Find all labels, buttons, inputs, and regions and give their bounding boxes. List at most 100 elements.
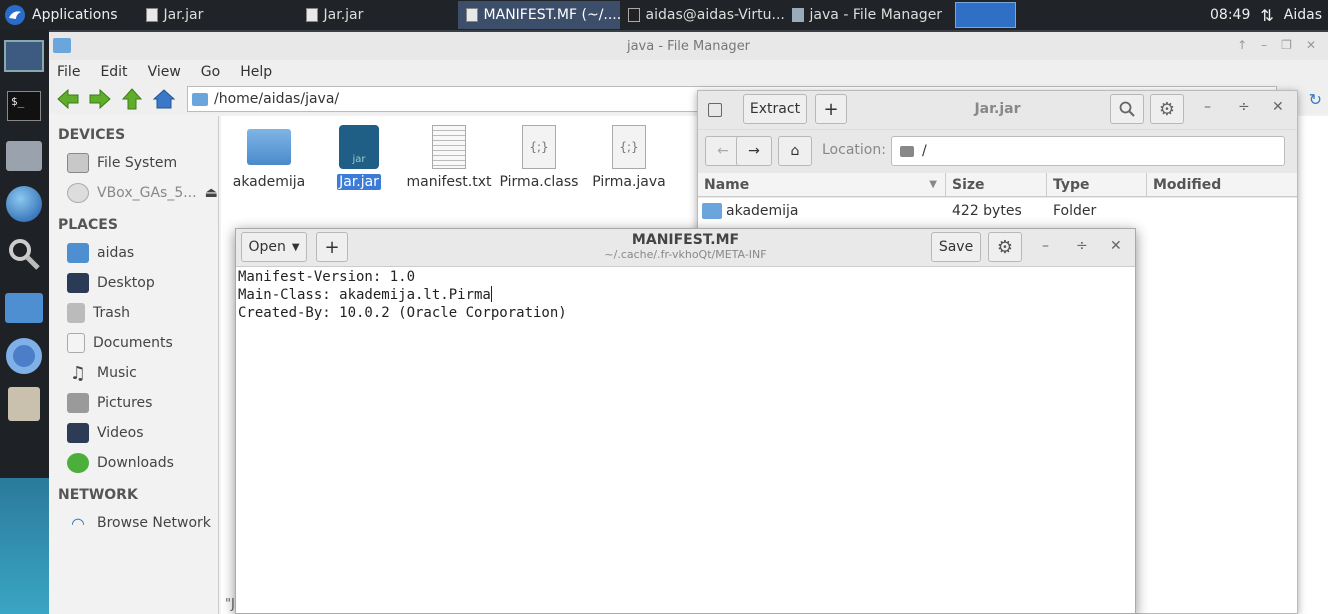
close-icon[interactable]: ✕: [1110, 238, 1122, 254]
file-item-pirma-java[interactable]: {;} Pirma.java: [587, 124, 671, 190]
sidebar-item-label: Trash: [93, 305, 130, 321]
menu-help[interactable]: Help: [240, 64, 272, 80]
file-item-jar[interactable]: jar Jar.jar: [317, 124, 401, 190]
table-row[interactable]: akademija 422 bytes Folder: [698, 198, 1297, 224]
terminal-icon[interactable]: $_: [4, 86, 44, 126]
gear-icon[interactable]: ⚙: [988, 232, 1022, 262]
sidebar-item-label: Desktop: [97, 275, 155, 291]
sidebar-item-label: Music: [97, 365, 137, 381]
status-fragment: "J: [225, 597, 235, 612]
file-name: manifest.txt: [406, 174, 492, 190]
show-desktop-icon[interactable]: [4, 36, 44, 76]
eject-icon[interactable]: ⏏: [205, 185, 218, 201]
user-menu[interactable]: Aidas: [1284, 7, 1322, 23]
applications-menu[interactable]: Applications: [0, 0, 126, 30]
gear-icon[interactable]: ⚙: [1150, 94, 1184, 124]
new-tab-button[interactable]: +: [316, 232, 348, 262]
maximize-icon[interactable]: ÷: [1238, 99, 1250, 115]
window-title: java - File Manager: [626, 38, 751, 54]
sidebar-item-label: Browse Network: [97, 515, 211, 531]
top-panel: Applications Jar.jar Jar.jar MANIFEST.MF…: [0, 0, 1328, 30]
task-manifest[interactable]: MANIFEST.MF (~/....: [457, 1, 620, 29]
sidebar-item-documents[interactable]: Documents: [49, 328, 218, 358]
up-arrow-icon[interactable]: [121, 88, 143, 110]
folder-icon: [702, 203, 722, 219]
sidebar-item-vbox[interactable]: VBox_GAs_5... ⏏: [49, 178, 218, 208]
sidebar-item-downloads[interactable]: Downloads: [49, 448, 218, 478]
task-terminal[interactable]: aidas@aidas-Virtu...: [620, 1, 784, 29]
sidebar-item-file-system[interactable]: File System: [49, 148, 218, 178]
disc-icon: [67, 183, 89, 203]
extract-button[interactable]: Extract: [743, 94, 807, 124]
software-store-icon[interactable]: [4, 384, 44, 424]
applications-label: Applications: [32, 7, 118, 23]
search-button[interactable]: [1110, 94, 1144, 124]
save-button[interactable]: Save: [931, 232, 981, 262]
workspace-switcher[interactable]: [955, 2, 1016, 28]
file-name: Jar.jar: [337, 174, 381, 190]
sidebar-item-trash[interactable]: Trash: [49, 298, 218, 328]
sidebar-item-aidas[interactable]: aidas: [49, 238, 218, 268]
terminal-icon: [627, 8, 640, 22]
reload-icon[interactable]: ↻: [1309, 90, 1322, 109]
back-arrow-icon[interactable]: [57, 88, 79, 110]
add-files-button[interactable]: +: [815, 94, 847, 124]
task-label: Jar.jar: [323, 7, 364, 23]
editor-headerbar[interactable]: Open ▼ + MANIFEST.MF ~/.cache/.fr-vkhoQt/…: [236, 229, 1135, 267]
menu-file[interactable]: File: [57, 64, 80, 80]
menu-view[interactable]: View: [148, 64, 181, 80]
minimize-icon[interactable]: –: [1042, 238, 1049, 254]
jar-icon: jar: [336, 124, 382, 170]
file-item-akademija[interactable]: akademija: [227, 124, 311, 190]
close-icon[interactable]: ✕: [1272, 99, 1284, 115]
menu-edit[interactable]: Edit: [100, 64, 127, 80]
restore-icon[interactable]: ❐: [1281, 38, 1292, 52]
devices-header: DEVICES: [58, 127, 126, 143]
path-text: /home/aidas/java/: [214, 91, 340, 107]
home-folder-icon[interactable]: [4, 136, 44, 176]
home-icon[interactable]: [153, 88, 175, 110]
sidebar-item-music[interactable]: ♫ Music: [49, 358, 218, 388]
file-item-pirma-class[interactable]: {;} Pirma.class: [497, 124, 581, 190]
column-type[interactable]: Type: [1047, 173, 1147, 196]
file-name: akademija: [232, 174, 306, 190]
sidebar-item-label: aidas: [97, 245, 135, 261]
task-file-manager[interactable]: java - File Manager: [784, 1, 954, 29]
titlebar[interactable]: java - File Manager ↑ – ❐ ✕: [49, 32, 1328, 60]
trash-icon: [67, 303, 85, 323]
chromium-icon[interactable]: [4, 336, 44, 376]
folder-icon[interactable]: [4, 288, 44, 328]
archive-headerbar[interactable]: Extract + Jar.jar ⚙ – ÷ ✕: [698, 91, 1297, 129]
file-name: Pirma.class: [499, 174, 579, 190]
web-browser-icon[interactable]: [4, 184, 44, 224]
forward-button[interactable]: →: [736, 136, 772, 166]
search-icon: [1119, 101, 1135, 117]
location-input[interactable]: /: [891, 136, 1285, 166]
column-modified[interactable]: Modified: [1147, 173, 1297, 196]
network-arrows-icon[interactable]: ⇅: [1260, 6, 1273, 25]
menu-go[interactable]: Go: [201, 64, 220, 80]
minimize-icon[interactable]: –: [1204, 99, 1211, 115]
column-size[interactable]: Size: [946, 173, 1047, 196]
sidebar-item-videos[interactable]: Videos: [49, 418, 218, 448]
open-button[interactable]: Open ▼: [241, 232, 307, 262]
minimize-icon[interactable]: –: [1261, 38, 1267, 52]
forward-arrow-icon[interactable]: [89, 88, 111, 110]
column-name[interactable]: Name ▼: [698, 173, 946, 196]
text-area[interactable]: Manifest-Version: 1.0 Main-Class: akademi…: [236, 267, 1135, 323]
code-file-icon: {;}: [516, 124, 562, 170]
close-icon[interactable]: ✕: [1306, 38, 1316, 52]
task-jar-1[interactable]: Jar.jar: [138, 1, 298, 29]
sidebar-item-browse-network[interactable]: ◠ Browse Network: [49, 508, 218, 538]
sidebar-item-desktop[interactable]: Desktop: [49, 268, 218, 298]
maximize-up-icon[interactable]: ↑: [1237, 38, 1247, 52]
clock[interactable]: 08:49: [1210, 7, 1250, 23]
maximize-icon[interactable]: ÷: [1076, 238, 1088, 254]
task-jar-2[interactable]: Jar.jar: [298, 1, 458, 29]
sidebar-item-pictures[interactable]: Pictures: [49, 388, 218, 418]
task-label: java - File Manager: [809, 7, 943, 23]
search-icon[interactable]: [4, 234, 44, 274]
file-item-manifest-txt[interactable]: manifest.txt: [406, 124, 492, 190]
home-icon[interactable]: ⌂: [778, 136, 812, 166]
sidebar: DEVICES File System VBox_GAs_5... ⏏ PLACE…: [49, 116, 219, 614]
